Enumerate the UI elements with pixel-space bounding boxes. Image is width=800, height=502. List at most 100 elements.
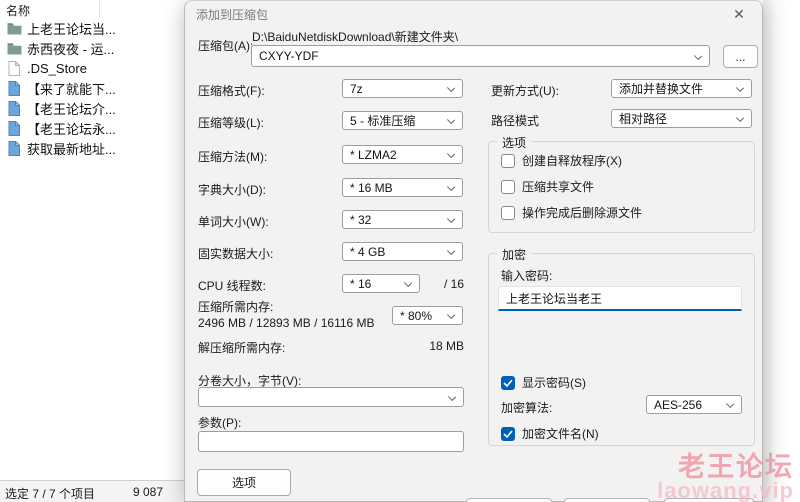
checkbox-box xyxy=(501,154,515,168)
list-item[interactable]: 赤西夜夜 - 运... xyxy=(0,38,184,58)
chevron-down-icon xyxy=(447,150,455,158)
encryption-group-title: 加密 xyxy=(497,246,531,263)
checkbox-label: 创建自释放程序(X) xyxy=(522,152,622,169)
word-size-label: 单词大小(W): xyxy=(198,213,269,230)
level-value: 5 - 标准压缩 xyxy=(350,112,415,129)
check-icon xyxy=(503,430,513,438)
checkbox-encrypt-names[interactable]: 加密文件名(N) xyxy=(501,426,599,441)
chevron-down-icon xyxy=(447,116,455,124)
folder-icon xyxy=(6,20,22,36)
archive-label: 压缩包(A): xyxy=(198,37,253,54)
dictionary-label: 字典大小(D): xyxy=(198,181,266,198)
desktop-strip xyxy=(763,0,800,502)
level-label: 压缩等级(L): xyxy=(198,114,264,131)
format-label: 压缩格式(F): xyxy=(198,82,265,99)
checkbox-box xyxy=(501,376,515,390)
cpu-threads-max: / 16 xyxy=(444,277,464,291)
column-divider[interactable] xyxy=(99,1,100,17)
dictionary-combobox[interactable]: * 16 MB xyxy=(342,178,463,197)
list-item[interactable]: 上老王论坛当... xyxy=(0,18,184,38)
chevron-down-icon xyxy=(447,183,455,191)
memory-compress-label: 压缩所需内存: xyxy=(198,298,273,315)
solid-size-label: 固实数据大小: xyxy=(198,245,273,262)
list-item[interactable]: 【老王论坛介... xyxy=(0,98,184,118)
archive-path: D:\BaiduNetdiskDownload\新建文件夹\ xyxy=(252,28,458,45)
update-mode-value: 添加并替换文件 xyxy=(619,80,703,97)
memory-decompress-label: 解压缩所需内存: xyxy=(198,339,285,356)
column-header[interactable]: 名称 xyxy=(0,0,184,18)
solid-size-value: * 4 GB xyxy=(350,245,385,259)
dialog-title: 添加到压缩包 xyxy=(196,6,268,23)
update-mode-combobox[interactable]: 添加并替换文件 xyxy=(611,79,752,98)
checkbox-box xyxy=(501,427,515,441)
checkbox-delete-after[interactable]: 操作完成后删除源文件 xyxy=(501,205,642,220)
chevron-down-icon xyxy=(736,84,744,92)
blue-doc-icon xyxy=(6,140,22,156)
chevron-down-icon xyxy=(447,247,455,255)
file-name: 上老王论坛当... xyxy=(27,19,116,38)
chevron-down-icon xyxy=(447,311,455,319)
archive-name-value: CXYY-YDF xyxy=(259,49,319,63)
checkbox-show-password[interactable]: 显示密码(S) xyxy=(501,375,586,390)
name-column-header[interactable]: 名称 xyxy=(6,2,30,19)
checkbox-label: 操作完成后删除源文件 xyxy=(522,204,642,221)
check-icon xyxy=(503,379,513,387)
cpu-threads-value: * 16 xyxy=(350,277,371,291)
chevron-down-icon xyxy=(694,52,702,60)
list-item[interactable]: 获取最新地址... xyxy=(0,138,184,158)
options-button-label: 选项 xyxy=(232,474,256,491)
volume-size-combobox[interactable] xyxy=(198,387,464,407)
options-group-title: 选项 xyxy=(497,134,531,151)
cpu-threads-label: CPU 线程数: xyxy=(198,277,266,294)
cancel-button-partial[interactable] xyxy=(564,498,650,502)
parameters-input[interactable] xyxy=(198,431,464,452)
list-item[interactable]: 【老王论坛永... xyxy=(0,118,184,138)
file-name: 赤西夜夜 - 运... xyxy=(27,39,114,58)
format-combobox[interactable]: 7z xyxy=(342,79,463,98)
cpu-threads-combobox[interactable]: * 16 xyxy=(342,274,420,293)
folder-icon xyxy=(6,40,22,56)
dictionary-value: * 16 MB xyxy=(350,181,393,195)
file-name: 【老王论坛永... xyxy=(27,119,116,138)
blue-doc-icon xyxy=(6,100,22,116)
file-name: 【来了就能下... xyxy=(27,79,116,98)
path-mode-label: 路径模式 xyxy=(491,112,539,129)
chevron-down-icon xyxy=(447,215,455,223)
memory-percent-combobox[interactable]: * 80% xyxy=(392,306,463,325)
algorithm-combobox[interactable]: AES-256 xyxy=(646,395,742,414)
ok-button-partial[interactable] xyxy=(466,498,552,502)
level-combobox[interactable]: 5 - 标准压缩 xyxy=(342,111,463,130)
plain-file-icon xyxy=(6,60,22,76)
close-icon[interactable]: ✕ xyxy=(728,4,750,24)
update-mode-label: 更新方式(U): xyxy=(491,82,559,99)
checkbox-compress-shared[interactable]: 压缩共享文件 xyxy=(501,179,594,194)
selection-status: 选定 7 / 7 个项目 xyxy=(5,485,95,502)
algorithm-value: AES-256 xyxy=(654,398,702,412)
size-status: 9 087 xyxy=(133,485,163,499)
memory-percent-value: * 80% xyxy=(400,309,432,323)
options-button[interactable]: 选项 xyxy=(197,469,291,496)
file-name: .DS_Store xyxy=(27,61,87,76)
format-value: 7z xyxy=(350,82,363,96)
checkbox-box xyxy=(501,180,515,194)
memory-decompress-value: 18 MB xyxy=(414,339,464,353)
password-input[interactable] xyxy=(498,286,742,311)
parameters-label: 参数(P): xyxy=(198,414,241,431)
list-item[interactable]: 【来了就能下... xyxy=(0,78,184,98)
browse-button-label: ... xyxy=(735,50,745,64)
help-button-partial[interactable] xyxy=(664,498,754,502)
method-label: 压缩方法(M): xyxy=(198,148,267,165)
checkbox-label: 加密文件名(N) xyxy=(522,425,599,442)
archive-name-combobox[interactable]: CXYY-YDF xyxy=(251,45,710,67)
chevron-down-icon xyxy=(448,393,456,401)
method-combobox[interactable]: * LZMA2 xyxy=(342,145,463,164)
solid-size-combobox[interactable]: * 4 GB xyxy=(342,242,463,261)
checkbox-create-sfx[interactable]: 创建自释放程序(X) xyxy=(501,153,622,168)
path-mode-combobox[interactable]: 相对路径 xyxy=(611,109,752,128)
file-name: 获取最新地址... xyxy=(27,139,116,158)
memory-compress-detail: 2496 MB / 12893 MB / 16116 MB xyxy=(198,316,375,330)
browse-button[interactable]: ... xyxy=(723,45,758,68)
word-size-combobox[interactable]: * 32 xyxy=(342,210,463,229)
method-value: * LZMA2 xyxy=(350,148,397,162)
list-item[interactable]: .DS_Store xyxy=(0,58,184,78)
